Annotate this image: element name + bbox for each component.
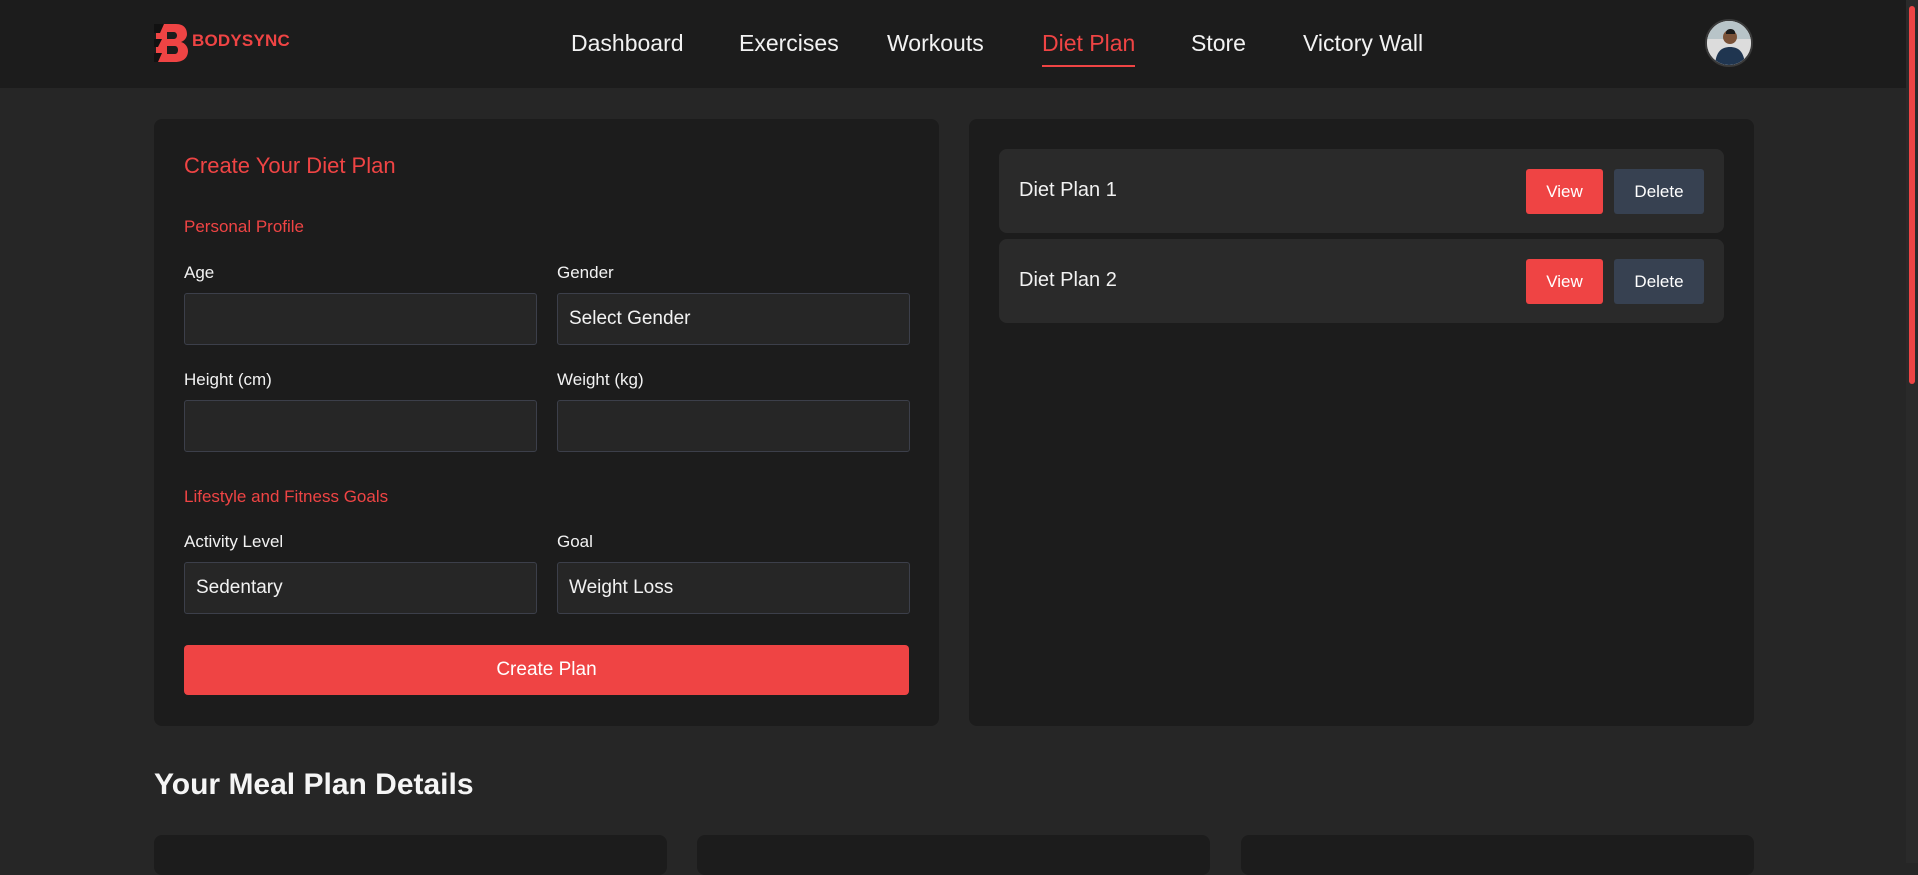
- view-plan-button[interactable]: View: [1526, 259, 1603, 304]
- nav-exercises[interactable]: Exercises: [739, 28, 839, 58]
- meal-card: [1241, 835, 1754, 875]
- activity-level-label: Activity Level: [184, 532, 284, 551]
- meal-card: [697, 835, 1210, 875]
- weight-label: Weight (kg): [557, 370, 644, 389]
- logo-b-icon: [154, 24, 188, 62]
- weight-input[interactable]: [557, 400, 910, 452]
- nav-dashboard[interactable]: Dashboard: [571, 28, 684, 58]
- create-plan-button[interactable]: Create Plan: [184, 645, 909, 695]
- scrollbar-thumb[interactable]: [1909, 6, 1915, 384]
- brand-logo[interactable]: BODYSYNC: [154, 20, 290, 64]
- view-plan-button[interactable]: View: [1526, 169, 1603, 214]
- plan-name: Diet Plan 1: [1019, 179, 1117, 201]
- user-avatar[interactable]: [1705, 19, 1753, 67]
- nav-workouts[interactable]: Workouts: [887, 28, 984, 58]
- height-input[interactable]: [184, 400, 537, 452]
- personal-profile-heading: Personal Profile: [184, 217, 305, 236]
- user-photo-icon: [1707, 21, 1751, 65]
- delete-plan-button[interactable]: Delete: [1614, 259, 1704, 304]
- saved-plans-card: Diet Plan 1 View Delete Diet Plan 2 View…: [969, 119, 1754, 726]
- plan-name: Diet Plan 2: [1019, 269, 1117, 291]
- age-input[interactable]: [184, 293, 537, 345]
- nav-store[interactable]: Store: [1191, 28, 1246, 58]
- page-scrollbar[interactable]: [1906, 0, 1918, 863]
- activity-level-select[interactable]: Sedentary: [184, 562, 537, 614]
- delete-plan-button[interactable]: Delete: [1614, 169, 1704, 214]
- lifestyle-goals-heading: Lifestyle and Fitness Goals: [184, 487, 389, 506]
- meal-card: [154, 835, 667, 875]
- form-title: Create Your Diet Plan: [184, 153, 396, 178]
- nav-victory-wall[interactable]: Victory Wall: [1303, 28, 1423, 58]
- create-plan-card: Create Your Diet Plan Personal Profile A…: [154, 119, 939, 726]
- brand-name: BODYSYNC: [192, 31, 290, 50]
- top-navbar: BODYSYNC Dashboard Exercises Workouts Di…: [0, 0, 1918, 88]
- plan-list-item: Diet Plan 1 View Delete: [999, 149, 1724, 233]
- plan-list-item: Diet Plan 2 View Delete: [999, 239, 1724, 323]
- gender-label: Gender: [557, 263, 614, 282]
- height-label: Height (cm): [184, 370, 272, 389]
- meal-plan-heading: Your Meal Plan Details: [154, 768, 474, 801]
- goal-select[interactable]: Weight Loss: [557, 562, 910, 614]
- age-label: Age: [184, 263, 215, 282]
- nav-diet-plan[interactable]: Diet Plan: [1042, 28, 1136, 67]
- gender-select[interactable]: Select Gender: [557, 293, 910, 345]
- goal-label: Goal: [557, 532, 593, 551]
